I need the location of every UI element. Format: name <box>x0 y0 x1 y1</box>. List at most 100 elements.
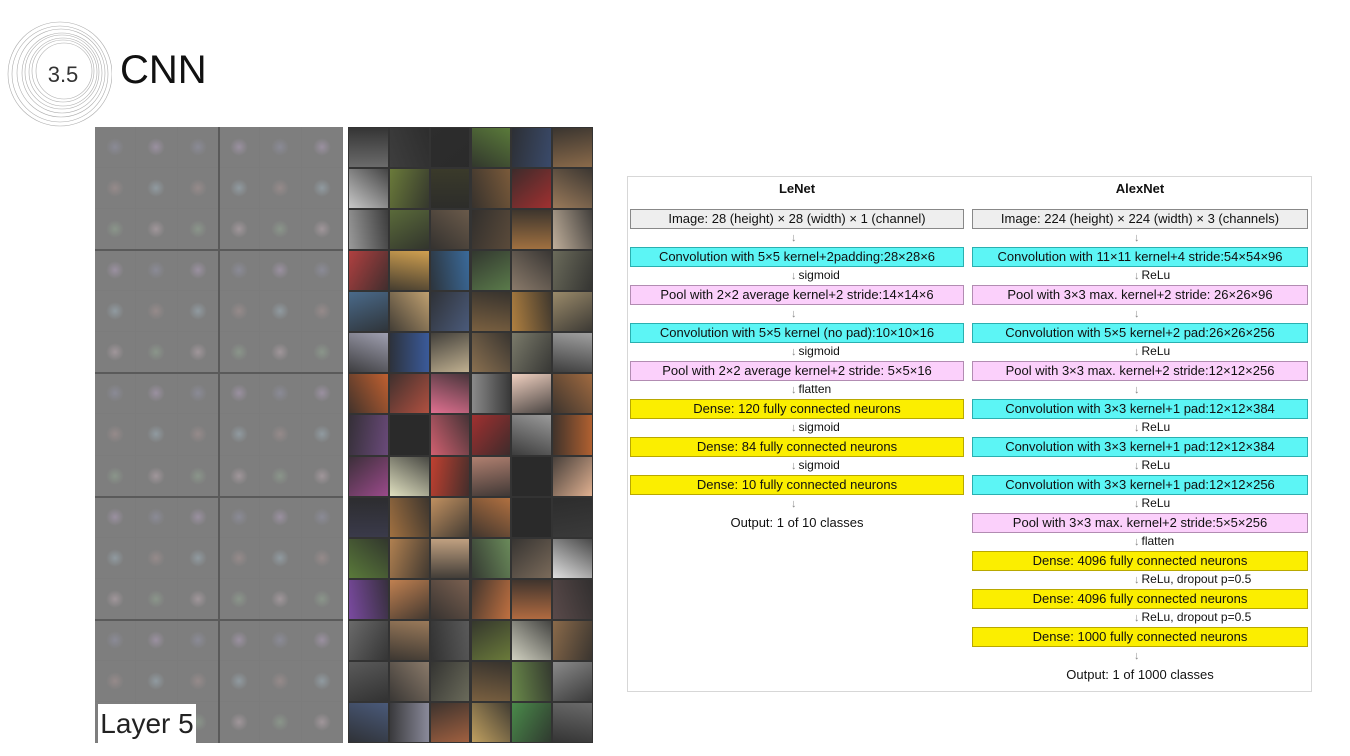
filter-pattern <box>230 425 249 444</box>
image-patch <box>389 128 429 168</box>
image-patch <box>553 497 592 537</box>
filter-pattern <box>147 343 166 362</box>
image-patch <box>430 169 470 209</box>
down-arrow-icon: ↓ <box>791 232 797 244</box>
filter-pattern <box>230 712 249 731</box>
image-patch <box>512 579 552 619</box>
filter-pattern <box>312 630 331 649</box>
lenet-output: Output: 1 of 10 classes <box>730 515 864 530</box>
down-arrow-icon: ↓ <box>1134 574 1140 586</box>
alexnet-arrow: ↓ ReLu <box>1134 344 1170 359</box>
filter-tile <box>219 496 260 537</box>
filter-tile <box>95 496 136 537</box>
filter-pattern <box>188 220 207 239</box>
filter-tile <box>260 496 301 537</box>
filter-tile <box>260 373 301 414</box>
filter-pattern <box>312 302 331 321</box>
lenet-arrow-label: sigmoid <box>798 458 840 472</box>
image-patch <box>389 497 429 537</box>
filter-tile <box>260 291 301 332</box>
filter-pattern <box>271 712 290 731</box>
filter-tile <box>95 250 136 291</box>
filter-tile <box>177 455 218 496</box>
filter-tile <box>136 209 177 250</box>
image-patch <box>349 497 388 537</box>
filter-pattern <box>230 179 249 198</box>
image-patch <box>389 620 429 660</box>
filter-pattern <box>147 384 166 403</box>
filter-tile <box>219 332 260 373</box>
image-patch <box>471 374 511 414</box>
image-patch <box>349 210 388 250</box>
filter-pattern <box>147 548 166 567</box>
image-patch <box>349 579 388 619</box>
filter-tile <box>177 168 218 209</box>
image-patch <box>349 702 388 742</box>
image-patch <box>553 292 592 332</box>
image-patch <box>553 333 592 373</box>
image-patch <box>512 661 552 701</box>
image-patch <box>349 128 388 168</box>
filter-tile <box>136 578 177 619</box>
filter-pattern <box>106 466 125 485</box>
filter-tile <box>177 127 218 168</box>
filter-tile <box>136 455 177 496</box>
filter-tile <box>136 127 177 168</box>
filter-pattern <box>312 343 331 362</box>
filter-pattern <box>147 671 166 690</box>
filter-tile <box>136 332 177 373</box>
alexnet-arrow-label: ReLu, dropout p=0.5 <box>1141 610 1252 624</box>
filter-pattern <box>147 138 166 157</box>
image-patch <box>512 128 552 168</box>
image-patch <box>389 702 429 742</box>
filter-tile <box>260 619 301 660</box>
image-patch <box>430 661 470 701</box>
image-patch <box>553 251 592 291</box>
filter-pattern <box>230 220 249 239</box>
lenet-arrow-label: sigmoid <box>798 344 840 358</box>
filter-pattern <box>271 507 290 526</box>
alexnet-layer-box: Convolution with 11×11 kernel+4 stride:5… <box>972 247 1308 267</box>
filter-tile <box>219 209 260 250</box>
image-patch <box>430 374 470 414</box>
filter-tile <box>301 414 342 455</box>
down-arrow-icon: ↓ <box>1134 460 1140 472</box>
image-patch <box>389 661 429 701</box>
filter-pattern <box>106 384 125 403</box>
image-patch <box>512 251 552 291</box>
down-arrow-icon: ↓ <box>1134 308 1140 320</box>
filter-tile <box>177 373 218 414</box>
filter-tile <box>95 619 136 660</box>
filter-tile <box>219 127 260 168</box>
lenet-arrow: ↓ sigmoid <box>791 344 840 359</box>
image-patch <box>512 702 552 742</box>
image-patch <box>471 538 511 578</box>
image-patch <box>349 169 388 209</box>
filter-tile <box>301 332 342 373</box>
filter-tile <box>95 455 136 496</box>
image-patch <box>430 128 470 168</box>
filter-pattern <box>147 507 166 526</box>
image-patch <box>349 661 388 701</box>
filter-pattern <box>106 343 125 362</box>
alexnet-arrow: ↓ ReLu <box>1134 268 1170 283</box>
image-patch <box>553 374 592 414</box>
filter-pattern <box>147 261 166 280</box>
filter-tile <box>301 701 342 742</box>
image-patch <box>512 292 552 332</box>
alexnet-arrow: ↓ ReLu <box>1134 496 1170 511</box>
filter-pattern <box>312 712 331 731</box>
alexnet-arrow: ↓ <box>1134 230 1142 245</box>
alexnet-layer-box: Dense: 4096 fully connected neurons <box>972 551 1308 571</box>
filter-pattern <box>271 548 290 567</box>
lenet-layer-box: Dense: 120 fully connected neurons <box>630 399 964 419</box>
filter-tile <box>301 291 342 332</box>
image-patch <box>349 333 388 373</box>
image-patch <box>553 210 592 250</box>
filter-pattern <box>106 548 125 567</box>
image-patch <box>349 251 388 291</box>
image-patch <box>430 415 470 455</box>
down-arrow-icon: ↓ <box>1134 536 1140 548</box>
image-patch <box>512 374 552 414</box>
filter-pattern <box>188 507 207 526</box>
